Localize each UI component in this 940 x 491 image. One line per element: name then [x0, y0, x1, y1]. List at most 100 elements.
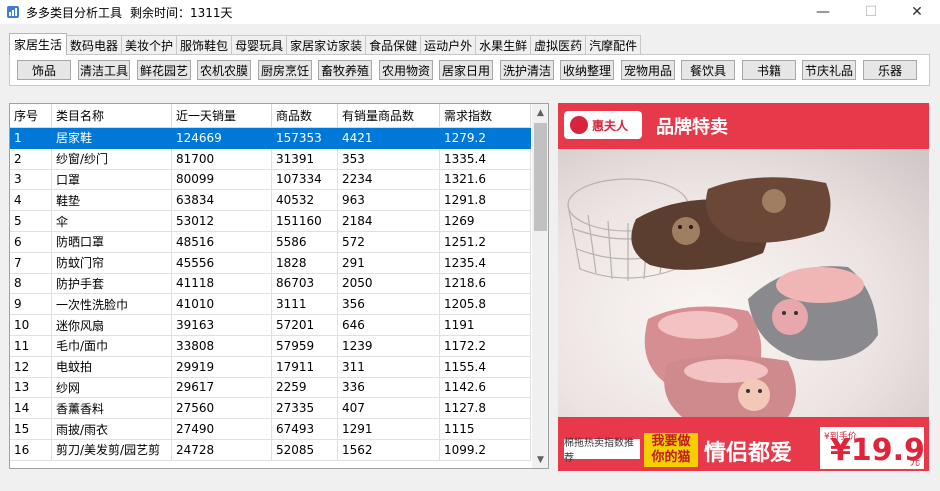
app-name: 多多类目分析工具 [26, 5, 123, 20]
products-with-sales: 311 [338, 356, 440, 378]
daily-sales: 41118 [172, 273, 272, 295]
category-name: 电蚊拍 [52, 356, 172, 378]
subcategory-button[interactable]: 农机农膜 [197, 60, 251, 80]
tab-beauty[interactable]: 美妆个护 [121, 35, 178, 55]
category-name: 口罩 [52, 169, 172, 191]
tab-virtual-medical[interactable]: 虚拟医药 [530, 35, 587, 55]
table-row[interactable]: 9 一次性洗脸巾 41010 3111 356 1205.8 [10, 294, 531, 316]
row-index: 7 [10, 252, 52, 274]
table-row[interactable]: 16 剪刀/美发剪/园艺剪 24728 52085 1562 1099.2 [10, 439, 531, 461]
subcategory-button[interactable]: 居家日用 [439, 60, 493, 80]
table-row[interactable]: 12 电蚊拍 29919 17911 311 1155.4 [10, 356, 531, 378]
product-count: 17911 [272, 356, 338, 378]
minimize-button[interactable]: — [800, 0, 846, 24]
subcategory-button[interactable]: 收纳整理 [560, 60, 614, 80]
products-with-sales: 963 [338, 190, 440, 212]
brand-logo: 惠夫人 [564, 111, 642, 139]
subcategory-button[interactable]: 饰品 [17, 60, 71, 80]
subcategory-button[interactable]: 餐饮具 [681, 60, 735, 80]
table-row[interactable]: 5 伞 53012 151160 2184 1269 [10, 211, 531, 232]
daily-sales: 41010 [172, 294, 272, 316]
scrollbar-thumb[interactable] [534, 123, 547, 231]
demand-index: 1291.8 [440, 190, 531, 212]
products-with-sales: 291 [338, 252, 440, 274]
products-with-sales: 1239 [338, 335, 440, 357]
daily-sales: 80099 [172, 169, 272, 191]
category-name: 伞 [52, 211, 172, 232]
tab-auto-parts[interactable]: 汽摩配件 [585, 35, 642, 55]
category-table[interactable]: 序号 类目名称 近一天销量 商品数 有销量商品数 需求指数 1 居家鞋 124669… [9, 103, 549, 469]
row-index: 3 [10, 169, 52, 191]
table-row[interactable]: 2 纱窗/纱门 81700 31391 353 1335.4 [10, 148, 531, 170]
product-count: 67493 [272, 419, 338, 440]
column-header[interactable]: 需求指数 [440, 104, 531, 128]
table-row[interactable]: 4 鞋垫 63834 40532 963 1291.8 [10, 190, 531, 212]
table-row[interactable]: 7 防蚊门帘 45556 1828 291 1235.4 [10, 252, 531, 274]
demand-index: 1251.2 [440, 231, 531, 253]
table-row[interactable]: 14 香薰香料 27560 27335 407 1127.8 [10, 398, 531, 420]
demand-index: 1142.6 [440, 377, 531, 399]
tab-baby-toys[interactable]: 母婴玩具 [231, 35, 288, 55]
tab-food[interactable]: 食品保健 [365, 35, 422, 55]
scroll-down-icon[interactable]: ▼ [532, 451, 548, 468]
close-button[interactable]: ✕ [894, 0, 940, 24]
demand-index: 1269 [440, 211, 531, 232]
tab-apparel[interactable]: 服饰鞋包 [176, 35, 233, 55]
vertical-scrollbar[interactable]: ▲ ▼ [532, 104, 548, 468]
row-index: 4 [10, 190, 52, 212]
category-name: 居家鞋 [52, 128, 172, 149]
subcategory-button[interactable]: 农用物资 [379, 60, 433, 80]
category-name: 防蚊门帘 [52, 252, 172, 274]
maximize-button[interactable]: ☐ [848, 0, 894, 24]
table-row[interactable]: 15 雨披/雨衣 27490 67493 1291 1115 [10, 419, 531, 440]
tab-fresh[interactable]: 水果生鲜 [475, 35, 532, 55]
row-index: 11 [10, 335, 52, 357]
table-row[interactable]: 8 防护手套 41118 86703 2050 1218.6 [10, 273, 531, 295]
column-header[interactable]: 序号 [10, 104, 52, 128]
column-header[interactable]: 近一天销量 [172, 104, 272, 128]
products-with-sales: 356 [338, 294, 440, 316]
tab-home-living[interactable]: 家居生活 [9, 33, 68, 55]
column-header[interactable]: 类目名称 [52, 104, 172, 128]
category-name: 纱窗/纱门 [52, 148, 172, 170]
table-row[interactable]: 11 毛巾/面巾 33808 57959 1239 1172.2 [10, 335, 531, 357]
subcategory-button[interactable]: 节庆礼品 [802, 60, 856, 80]
product-count: 40532 [272, 190, 338, 212]
table-row[interactable]: 10 迷你风扇 39163 57201 646 1191 [10, 315, 531, 336]
product-count: 2259 [272, 377, 338, 399]
product-count: 107334 [272, 169, 338, 191]
table-body: 1 居家鞋 124669 157353 4421 1279.2 2 纱窗/纱门 81700 313… [10, 128, 531, 461]
products-with-sales: 2184 [338, 211, 440, 232]
row-index: 13 [10, 377, 52, 399]
demand-index: 1155.4 [440, 356, 531, 378]
subcategory-button[interactable]: 鲜花园艺 [137, 60, 191, 80]
demand-index: 1115 [440, 419, 531, 440]
window-title: 多多类目分析工具 剩余时间：1311天 [26, 4, 233, 21]
subcategory-button[interactable]: 书籍 [742, 60, 796, 80]
category-name: 防护手套 [52, 273, 172, 295]
column-header[interactable]: 商品数 [272, 104, 338, 128]
category-name: 防晒口罩 [52, 231, 172, 253]
demand-index: 1099.2 [440, 439, 531, 461]
subcategory-button[interactable]: 洗护清洁 [500, 60, 554, 80]
tab-home-decor[interactable]: 家居家访家装 [286, 35, 367, 55]
daily-sales: 33808 [172, 335, 272, 357]
products-with-sales: 572 [338, 231, 440, 253]
table-row[interactable]: 6 防晒口罩 48516 5586 572 1251.2 [10, 231, 531, 253]
table-row[interactable]: 13 纱网 29617 2259 336 1142.6 [10, 377, 531, 399]
subcategory-button[interactable]: 清洁工具 [78, 60, 130, 80]
daily-sales: 39163 [172, 315, 272, 336]
tab-digital[interactable]: 数码电器 [66, 35, 123, 55]
table-row[interactable]: 1 居家鞋 124669 157353 4421 1279.2 [10, 128, 531, 149]
scroll-up-icon[interactable]: ▲ [532, 104, 548, 121]
daily-sales: 29919 [172, 356, 272, 378]
demand-index: 1235.4 [440, 252, 531, 274]
price-unit: 元 [910, 457, 920, 468]
tab-sports[interactable]: 运动户外 [420, 35, 477, 55]
table-row[interactable]: 3 口罩 80099 107334 2234 1321.6 [10, 169, 531, 191]
subcategory-button[interactable]: 宠物用品 [621, 60, 675, 80]
subcategory-button[interactable]: 乐器 [863, 60, 917, 80]
subcategory-button[interactable]: 畜牧养殖 [318, 60, 372, 80]
column-header[interactable]: 有销量商品数 [338, 104, 440, 128]
subcategory-button[interactable]: 厨房烹饪 [258, 60, 312, 80]
